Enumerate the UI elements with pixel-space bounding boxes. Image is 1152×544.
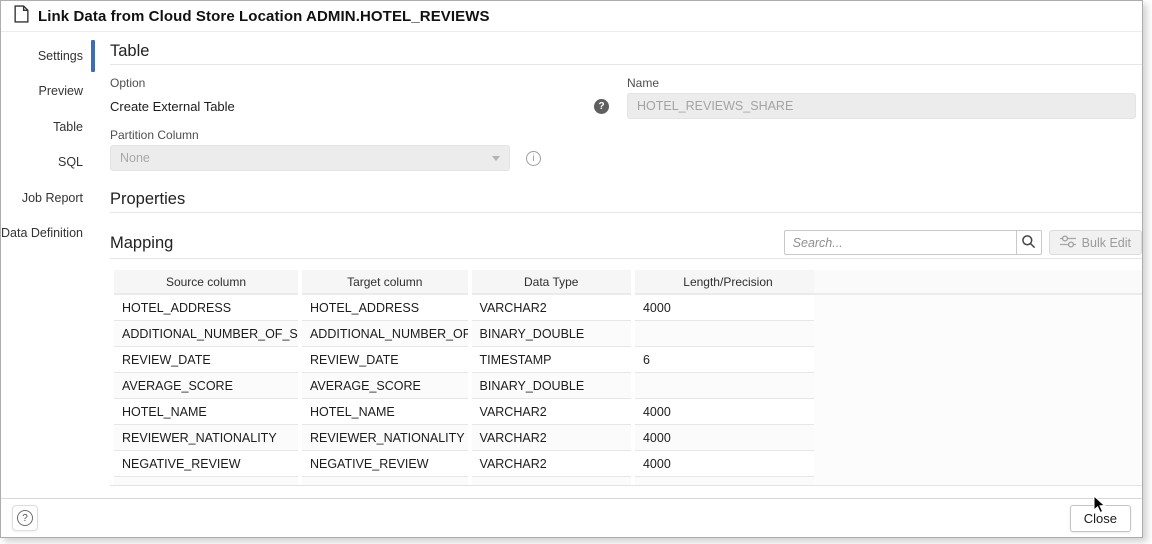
target-column-cell: REVIEWER_NATIONALITY [301, 425, 468, 451]
table-row[interactable]: HOTEL_NAME HOTEL_NAME VARCHAR2 4000 [114, 399, 821, 425]
partition-column-select[interactable]: None [110, 145, 510, 171]
search-button[interactable] [1015, 230, 1042, 255]
sidebar-item-data-definition[interactable]: Data Definition [1, 216, 96, 252]
target-column-cell: ADDITIONAL_NUMBER_OF_SCORING [301, 321, 468, 347]
divider [110, 258, 1142, 259]
column-header-source: Source column [114, 270, 298, 295]
link-data-dialog: Link Data from Cloud Store Location ADMI… [0, 0, 1143, 538]
data-type-cell: VARCHAR2 [471, 295, 631, 321]
data-type-cell: VARCHAR2 [471, 399, 631, 425]
column-header-length-precision: Length/Precision [634, 270, 821, 295]
wizard-sidebar: Settings Preview Table SQL Job Report Data De… [1, 32, 96, 498]
target-column-cell: HOTEL_ADDRESS [301, 295, 468, 321]
mapping-table: Source column Target column Data Type Le… [110, 270, 1142, 486]
table-row[interactable]: ADDITIONAL_NUMBER_OF_SCORING ADDITIONAL_… [114, 321, 821, 347]
option-label: Option [110, 76, 146, 90]
mapping-section-heading: Mapping [110, 233, 174, 252]
option-value: Create External Table [110, 99, 235, 114]
dialog-header: Link Data from Cloud Store Location ADMI… [1, 1, 1142, 32]
partition-column-label: Partition Column [110, 128, 199, 142]
length-precision-cell [634, 321, 821, 347]
help-button[interactable]: ? [12, 505, 38, 531]
info-circle-icon[interactable]: i [526, 150, 541, 166]
sidebar-item-label: SQL [57, 155, 83, 170]
divider [110, 64, 1142, 65]
dialog-footer: ? Close [1, 498, 1142, 537]
target-column-cell: REVIEW_DATE [301, 347, 468, 373]
column-header-data-type: Data Type [471, 270, 631, 295]
target-column-cell: HOTEL_NAME [301, 399, 468, 425]
sidebar-item-label: Settings [37, 48, 83, 63]
source-column-cell: AVERAGE_SCORE [114, 373, 298, 399]
sliders-icon [1059, 234, 1076, 251]
table-row[interactable]: AVERAGE_SCORE AVERAGE_SCORE BINARY_DOUBL… [114, 373, 821, 399]
divider [110, 212, 1142, 213]
length-precision-cell: 4000 [634, 399, 821, 425]
bulk-edit-label: Bulk Edit [1081, 235, 1131, 250]
properties-section-heading: Properties [110, 190, 186, 208]
length-precision-cell [634, 477, 821, 485]
sidebar-item-table[interactable]: Table [1, 109, 96, 145]
settings-panel: Table Option Create External Table ? Par… [96, 32, 1142, 498]
table-row[interactable]: NEGATIVE_REVIEW NEGATIVE_REVIEW VARCHAR2… [114, 451, 821, 477]
sidebar-item-label: Preview [38, 84, 83, 99]
sidebar-item-sql[interactable]: SQL [1, 145, 96, 181]
target-column-cell: REVIEW_TOTAL_NEGATIVE_WORD_COUNTS [301, 477, 468, 485]
close-button[interactable]: Close [1069, 504, 1131, 532]
data-type-cell: TIMESTAMP [471, 347, 631, 373]
data-type-cell: VARCHAR2 [471, 425, 631, 451]
sidebar-item-label: Data Definition [1, 226, 83, 241]
table-empty-area [814, 270, 1142, 485]
sidebar-item-label: Table [53, 119, 83, 134]
length-precision-cell [634, 373, 821, 399]
name-input[interactable] [627, 93, 1136, 119]
question-circle-icon: ? [17, 510, 33, 526]
sidebar-item-job-report[interactable]: Job Report [1, 180, 96, 216]
data-type-cell: VARCHAR2 [471, 451, 631, 477]
source-column-cell: ADDITIONAL_NUMBER_OF_SCORING [114, 321, 298, 347]
partition-column-value: None [120, 151, 150, 165]
table-row[interactable]: REVIEW_TOTAL_NEGATIVE_WORD_COUNTS [114, 477, 821, 485]
source-column-cell [114, 477, 298, 485]
mapping-table-body: HOTEL_ADDRESS HOTEL_ADDRESS VARCHAR2 400… [114, 295, 821, 485]
length-precision-cell: 6 [634, 347, 821, 373]
data-type-cell: BINARY_DOUBLE [471, 373, 631, 399]
bulk-edit-button[interactable]: Bulk Edit [1048, 230, 1142, 255]
name-label: Name [627, 76, 660, 90]
table-row[interactable]: HOTEL_ADDRESS HOTEL_ADDRESS VARCHAR2 400… [114, 295, 821, 321]
sidebar-item-label: Job Report [21, 190, 83, 205]
data-type-cell [471, 477, 631, 485]
search-input[interactable] [783, 230, 1016, 255]
source-column-cell: REVIEWER_NATIONALITY [114, 425, 298, 451]
source-column-cell: REVIEW_DATE [114, 347, 298, 373]
sidebar-item-preview[interactable]: Preview [1, 74, 96, 110]
dialog-title: Link Data from Cloud Store Location ADMI… [38, 7, 490, 25]
source-column-cell: HOTEL_ADDRESS [114, 295, 298, 321]
search-icon [1021, 234, 1036, 252]
source-column-cell: NEGATIVE_REVIEW [114, 451, 298, 477]
target-column-cell: AVERAGE_SCORE [301, 373, 468, 399]
question-circle-icon[interactable]: ? [594, 99, 609, 114]
mapping-table-header-row: Source column Target column Data Type Le… [114, 270, 821, 295]
chevron-down-icon [492, 155, 500, 161]
document-icon [14, 4, 29, 28]
length-precision-cell: 4000 [634, 425, 821, 451]
data-type-cell: BINARY_DOUBLE [471, 321, 631, 347]
length-precision-cell: 4000 [634, 295, 821, 321]
column-header-target: Target column [301, 270, 468, 295]
table-section-heading: Table [110, 42, 150, 60]
table-row[interactable]: REVIEW_DATE REVIEW_DATE TIMESTAMP 6 [114, 347, 821, 373]
source-column-cell: HOTEL_NAME [114, 399, 298, 425]
table-row[interactable]: REVIEWER_NATIONALITY REVIEWER_NATIONALIT… [114, 425, 821, 451]
sidebar-item-settings[interactable]: Settings [1, 38, 96, 74]
length-precision-cell: 4000 [634, 451, 821, 477]
target-column-cell: NEGATIVE_REVIEW [301, 451, 468, 477]
